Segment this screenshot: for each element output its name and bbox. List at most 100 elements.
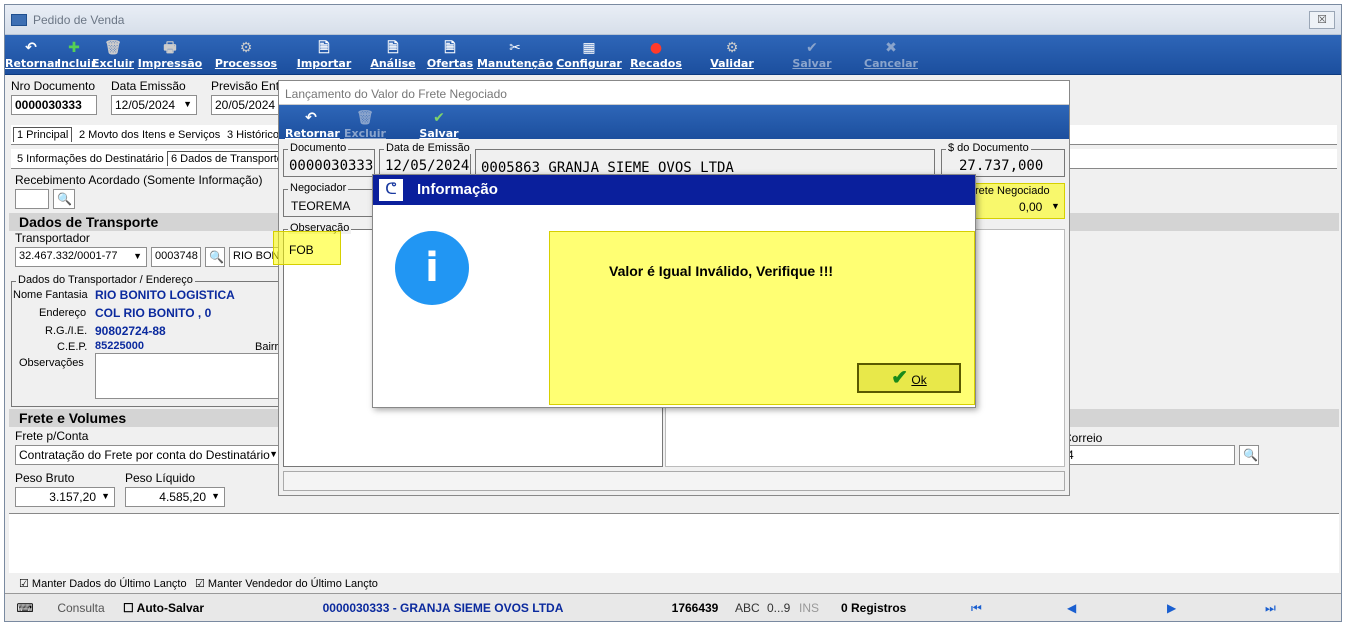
next-icon[interactable]: ▶ xyxy=(1167,598,1176,618)
message-dialog: ᕦ Informação i Valor é Igual Inválido, V… xyxy=(372,174,976,408)
tools-icon: ✂ xyxy=(509,40,521,56)
recados-button[interactable]: ● Recados xyxy=(623,39,689,73)
ok-button[interactable]: ✔ Ok xyxy=(857,363,961,393)
toolbar-label: Salvar xyxy=(792,57,832,70)
obs-label: Observações xyxy=(19,357,84,369)
salvar-button[interactable]: ✔ Salvar xyxy=(775,39,849,73)
check-1[interactable]: ☑ Manter Dados do Último Lançto xyxy=(19,577,187,590)
cnpj-field[interactable]: 32.467.332/0001-77 xyxy=(15,247,147,267)
blank-area xyxy=(9,513,1339,573)
ofertas-button[interactable]: 🗎 Ofertas xyxy=(425,39,475,73)
frete-retornar-button[interactable]: ↶ Retornar xyxy=(285,109,340,143)
status-num: 1766439 xyxy=(671,601,719,615)
correio-field[interactable]: 4 xyxy=(1063,445,1235,465)
cancelar-button[interactable]: ✖ Cancelar xyxy=(849,39,933,73)
incluir-button[interactable]: ✚ Incluir xyxy=(57,39,97,73)
emissao-label: Data Emissão xyxy=(111,79,186,93)
close-button[interactable]: ☒ xyxy=(1309,11,1335,29)
frete-neg-value[interactable]: 0,00 xyxy=(1019,200,1042,214)
liquido-label: Peso Líquido xyxy=(125,471,196,485)
config-icon: ▦ xyxy=(582,40,596,56)
toolbar-label: Excluir xyxy=(92,57,134,70)
bruto-field[interactable]: 3.157,20 xyxy=(15,487,115,507)
ok-label: Ok xyxy=(911,373,927,387)
messages-icon: ● xyxy=(649,40,663,56)
liquido-field[interactable]: 4.585,20 xyxy=(125,487,225,507)
message-text: Valor é Igual Inválido, Verifique !!! xyxy=(609,263,834,279)
check-icon: ✔ xyxy=(891,367,909,389)
frete-footer xyxy=(283,471,1065,491)
frete-salvar-button[interactable]: ✔ Salvar xyxy=(417,109,461,143)
chevron-down-icon[interactable]: ▼ xyxy=(1051,201,1060,211)
toolbar-label: Cancelar xyxy=(864,57,918,70)
receb-label: Recebimento Acordado (Somente Informação… xyxy=(15,173,263,187)
anlise-button[interactable]: 🗎 Análise xyxy=(361,39,425,73)
cancel-icon: ✖ xyxy=(885,40,897,56)
search-icon[interactable]: 🔍 xyxy=(1239,445,1259,465)
endereco-label: Endereço xyxy=(39,307,87,319)
tab-principal[interactable]: 1 Principal xyxy=(13,127,73,142)
toolbar-label: Validar xyxy=(710,57,754,70)
check-2-label: Manter Vendedor do Último Lançto xyxy=(207,578,378,590)
toolbar-label: Retornar xyxy=(5,57,60,70)
tab-destinatario[interactable]: 5 Informações do Destinatário xyxy=(13,151,168,167)
obs-value[interactable]: FOB xyxy=(289,243,314,257)
processos-button[interactable]: ⚙ Processos xyxy=(205,39,287,73)
tab-transporte[interactable]: 6 Dados de Transporte xyxy=(167,151,287,166)
toolbar-label: Incluir xyxy=(57,57,97,70)
import-icon: 🗎 xyxy=(318,40,330,56)
last-icon[interactable]: ⏭ xyxy=(1265,598,1276,618)
rg-label: R.G./I.E. xyxy=(45,325,88,337)
validate-icon: ⚙ xyxy=(725,40,739,56)
previsao-label: Previsão Entr xyxy=(211,79,284,93)
status-abc: ABC xyxy=(735,601,760,615)
status-records: 0 Registros xyxy=(841,601,907,615)
offers-icon: 🗎 xyxy=(444,40,456,56)
plus-icon: ✚ xyxy=(68,40,80,56)
frete-excluir-button[interactable]: 🗑 Excluir xyxy=(343,109,387,143)
printer-icon: 🖶 xyxy=(163,40,177,56)
toolbar-label: Processos xyxy=(214,57,278,70)
importar-button[interactable]: 🗎 Importar xyxy=(287,39,361,73)
conta-select[interactable]: Contratação do Frete por conta do Destin… xyxy=(15,445,283,465)
status-bar: ⌨ Consulta ☐ Auto-Salvar 0000030333 - GR… xyxy=(5,593,1341,621)
retornar-button[interactable]: ↶ Retornar xyxy=(5,39,60,73)
codigo-field[interactable]: 0003748 xyxy=(151,247,201,267)
status-mode: Consulta xyxy=(57,601,105,615)
main-toolbar: ↶ Retornar ✚ Incluir 🗑 Excluir 🖶 Impressão ⚙ Proc… xyxy=(5,35,1341,75)
frete-toolbar: ↶ Retornar 🗑 Excluir ✔ Salvar xyxy=(279,105,1069,140)
search-icon[interactable]: 🔍 xyxy=(205,247,225,267)
save-icon: ✔ xyxy=(806,40,818,56)
receb-field[interactable] xyxy=(15,189,49,209)
message-titlebar: ᕦ Informação xyxy=(373,175,975,205)
bruto-label: Peso Bruto xyxy=(15,471,75,485)
configurar-button[interactable]: ▦ Configurar xyxy=(555,39,623,73)
status-range: 0...9 xyxy=(767,601,791,615)
impresso-button[interactable]: 🖶 Impressão xyxy=(135,39,205,73)
obs-field[interactable] xyxy=(95,353,285,399)
auto-save-check[interactable]: ☐ Auto-Salvar xyxy=(123,598,204,618)
prev-icon[interactable]: ◀ xyxy=(1067,598,1076,618)
nro-field[interactable]: 0000030333 xyxy=(11,95,97,115)
toolbar-label: Importar xyxy=(296,57,352,70)
emissao-field[interactable]: 12/05/2024 xyxy=(111,95,197,115)
check-1-label: Manter Dados do Último Lançto xyxy=(31,578,187,590)
check-2[interactable]: ☑ Manter Vendedor do Último Lançto xyxy=(195,577,378,590)
validar-button[interactable]: ⚙ Validar xyxy=(689,39,775,73)
negociador-value: TEOREMA xyxy=(291,199,351,213)
manuteno-button[interactable]: ✂ Manutenção xyxy=(475,39,555,73)
cep-label: C.E.P. xyxy=(57,341,88,353)
app-icon xyxy=(11,14,27,26)
endereco-value: COL RIO BONITO , 0 xyxy=(95,306,212,320)
tab-itens[interactable]: 2 Movto dos Itens e Serviços xyxy=(75,127,224,143)
app-logo-icon: ᕦ xyxy=(379,179,403,201)
group-caption: Dados do Transportador / Endereço xyxy=(16,274,195,286)
excluir-button[interactable]: 🗑 Excluir xyxy=(91,39,135,73)
search-icon[interactable]: 🔍 xyxy=(53,189,75,209)
return-icon: ↶ xyxy=(25,40,37,56)
window-title: Pedido de Venda xyxy=(33,13,125,27)
first-icon[interactable]: ⏮ xyxy=(971,598,982,618)
status-doc: 0000030333 - GRANJA SIEME OVOS LTDA xyxy=(322,601,564,615)
status-ins: INS xyxy=(799,601,820,615)
previsao-field[interactable]: 20/05/2024 xyxy=(211,95,281,115)
